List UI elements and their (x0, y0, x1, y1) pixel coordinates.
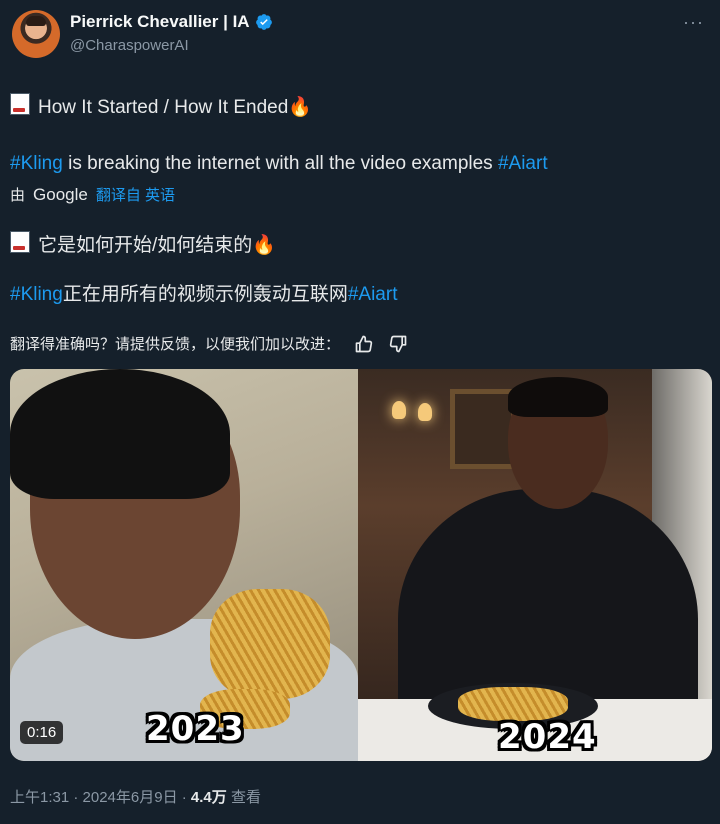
tweet-meta: 上午1:31 · 2024年6月9日 · 4.4万 查看 (10, 786, 261, 807)
fire-emoji: 🔥 (252, 235, 276, 256)
wall-lamp (418, 403, 432, 421)
google-logo: Google (33, 184, 88, 204)
year-label-2023: 2023 (146, 709, 245, 749)
tweet-line-1: How It Started / How It Ended🔥 (10, 93, 312, 119)
tweet-header: Pierrick Chevallier | IA @CharaspowerAI … (12, 10, 708, 64)
thumbs-down-icon[interactable] (388, 334, 408, 354)
translation-feedback: 翻译得准确吗？请提供反馈，以便我们加以改进： (10, 333, 408, 354)
tweet-line-2: #Kling is breaking the internet with all… (10, 153, 548, 175)
thumbs-up-icon[interactable] (354, 334, 374, 354)
video-frame-2023: 2023 0:16 (10, 369, 358, 761)
hashtag-aiart[interactable]: #Aiart (498, 153, 548, 174)
hair-shape (508, 377, 608, 417)
translated-line-2: #Kling正在用所有的视频示例轰动互联网#Aiart (10, 279, 397, 306)
translated-line-1-text: 它是如何开始/如何结束的 (38, 235, 253, 256)
hair-shape (10, 369, 230, 499)
wall-painting (450, 389, 516, 469)
noodles-shape (210, 589, 330, 699)
avatar[interactable] (12, 10, 60, 58)
author-display-name[interactable]: Pierrick Chevallier | IA (70, 11, 250, 33)
video-player[interactable]: 2023 0:16 2024 (10, 369, 712, 761)
translation-attribution: 由 Google 翻译自 英语 (10, 184, 175, 205)
video-duration: 0:16 (20, 721, 64, 744)
views-label: 查看 (230, 789, 261, 806)
views-count: 4.4万 (190, 789, 227, 806)
translated-from-link[interactable]: 翻译自 英语 (96, 184, 175, 205)
broken-image-icon (10, 93, 30, 115)
more-options-icon[interactable]: ··· (683, 12, 704, 33)
translation-by-prefix: 由 (10, 187, 26, 204)
hashtag-kling[interactable]: #Kling (10, 153, 63, 174)
translated-line-1: 它是如何开始/如何结束的🔥 (10, 230, 276, 257)
plate-noodles-shape (458, 687, 568, 721)
author-handle[interactable]: @CharaspowerAI (70, 36, 273, 56)
verified-badge-icon (255, 14, 272, 30)
broken-image-icon (10, 231, 30, 253)
author-display-name-row[interactable]: Pierrick Chevallier | IA (70, 11, 273, 33)
translated-line-2-text: 正在用所有的视频示例轰动互联网 (62, 284, 348, 305)
fire-emoji: 🔥 (288, 97, 312, 118)
feedback-prompt: 翻译得准确吗？请提供反馈，以便我们加以改进： (10, 336, 341, 353)
year-label-2024: 2024 (498, 717, 597, 757)
tweet-line-1-text: How It Started / How It Ended (38, 97, 289, 118)
author-info: Pierrick Chevallier | IA @CharaspowerAI (70, 11, 273, 56)
tweet-line-2-text: is breaking the internet with all the vi… (62, 153, 498, 174)
tweet-timestamp[interactable]: 上午1:31 · 2024年6月9日 · (10, 789, 191, 806)
hashtag-aiart-translated[interactable]: #Aiart (348, 284, 398, 305)
wall-lamp (392, 401, 406, 419)
hashtag-kling-translated[interactable]: #Kling (10, 284, 63, 305)
video-frame-2024: 2024 (358, 369, 712, 761)
